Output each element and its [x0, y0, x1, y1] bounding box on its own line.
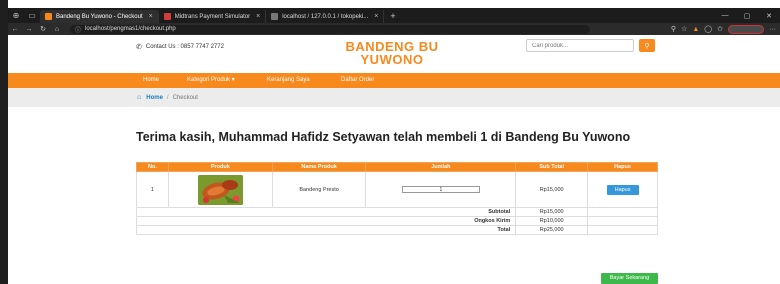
window-edge	[0, 0, 8, 284]
breadcrumb-current: Checkout	[172, 94, 198, 101]
nav-kategori-produk[interactable]: Kategori Produk ▾	[187, 73, 235, 88]
cell-sub-total: Rp15,000	[515, 171, 589, 208]
nav-home[interactable]: Home	[143, 73, 159, 88]
table-row: 1 Bandeng Presto 1 Rp15,000 Hapus	[136, 171, 658, 208]
summary-value: Rp10,000	[515, 216, 589, 226]
home-icon: ⌂	[137, 94, 142, 101]
zoom-icon[interactable]: ⚲	[671, 25, 676, 33]
breadcrumb-separator: /	[166, 94, 169, 101]
column-header-no: No.	[136, 162, 169, 172]
main-navbar: Home Kategori Produk ▾ Keranjang Saya Da…	[8, 73, 780, 88]
tab-favicon-icon	[271, 13, 279, 20]
new-tab-icon[interactable]: +	[390, 11, 395, 21]
cell-hapus: Hapus	[587, 171, 658, 208]
favorites-icon[interactable]: ✩	[717, 25, 723, 33]
column-header-jumlah: Jumlah	[365, 162, 517, 172]
extension-icon[interactable]: ▲	[692, 26, 699, 33]
web-page: ✆ Contact Us : 0857 7747 2772 BANDENG BU…	[8, 35, 780, 284]
close-window-icon[interactable]: ✕	[758, 12, 780, 20]
tab-label: localhost / 127.0.0.1 / tokopeki...	[282, 13, 369, 20]
breadcrumb: ⌂ Home / Checkout	[8, 88, 780, 107]
cell-no: 1	[136, 171, 169, 208]
browser-menu-icon[interactable]: ⊕	[8, 8, 24, 23]
table-header-row: No. Produk Nama Produk Jumlah Sub Total …	[136, 162, 658, 172]
quantity-input[interactable]: 1	[401, 186, 480, 193]
page-title: Terima kasih, Muhammad Hafidz Setyawan t…	[136, 130, 631, 144]
pay-now-button[interactable]: Bayar Sekarang	[601, 273, 658, 284]
cell-nama-produk: Bandeng Presto	[271, 171, 367, 208]
column-header-produk: Produk	[167, 162, 273, 172]
browser-address-bar: ← → ↻ ⌂ ⓘ localhost/pengmas1/checkout.ph…	[8, 23, 780, 35]
column-header-sub-total: Sub Total	[515, 162, 589, 172]
site-info-icon[interactable]: ⓘ	[75, 25, 81, 34]
summary-row-total: Total Rp25,000	[135, 225, 658, 235]
breadcrumb-home-link[interactable]: Home	[146, 95, 163, 101]
cell-jumlah: 1	[365, 171, 517, 208]
home-icon[interactable]: ⌂	[50, 26, 64, 33]
back-icon[interactable]: ←	[8, 26, 22, 33]
refresh-extension-icon[interactable]: ◯	[704, 25, 712, 33]
column-header-hapus: Hapus	[587, 162, 658, 172]
column-header-nama-produk: Nama Produk	[271, 162, 367, 172]
browser-tab-midtrans[interactable]: Midtrans Payment Simulator ×	[159, 10, 267, 23]
favorite-star-icon[interactable]: ☆	[681, 25, 687, 33]
maximize-icon[interactable]: ▢	[736, 12, 758, 20]
search-button[interactable]: ⚲	[639, 39, 655, 52]
close-tab-icon[interactable]: ×	[374, 13, 378, 20]
product-image	[197, 174, 243, 205]
summary-row-ongkos-kirim: Ongkos Kirim Rp10,000	[135, 216, 658, 226]
cart-table: No. Produk Nama Produk Jumlah Sub Total …	[135, 162, 658, 235]
close-tab-icon[interactable]: ×	[149, 13, 153, 20]
reload-icon[interactable]: ↻	[36, 25, 50, 33]
tab-label: Bandeng Bu Yuwono - Checkout	[56, 13, 143, 20]
tab-actions-icon[interactable]: ▭	[24, 8, 40, 23]
cell-produk-image	[167, 171, 273, 208]
close-tab-icon[interactable]: ×	[256, 13, 260, 20]
summary-label: Total	[135, 225, 517, 235]
profile-button[interactable]	[728, 24, 764, 34]
summary-label: Ongkos Kirim	[135, 216, 517, 226]
summary-row-subtotal: Subtotal Rp15,000	[135, 207, 658, 217]
summary-label: Subtotal	[135, 207, 517, 217]
summary-value: Rp15,000	[515, 207, 589, 217]
delete-item-button[interactable]: Hapus	[606, 184, 639, 195]
contact-info: ✆ Contact Us : 0857 7747 2772	[136, 43, 224, 51]
nav-keranjang-saya[interactable]: Keranjang Saya	[267, 73, 310, 88]
summary-value: Rp25,000	[515, 225, 589, 235]
search-icon: ⚲	[644, 42, 650, 50]
minimize-icon[interactable]: —	[714, 12, 736, 20]
nav-daftar-order[interactable]: Daftar Order	[341, 73, 374, 88]
tab-label: Midtrans Payment Simulator	[174, 13, 251, 20]
url-field[interactable]: ⓘ localhost/pengmas1/checkout.php	[70, 24, 590, 34]
search-input[interactable]	[526, 39, 634, 52]
brand-logo[interactable]: BANDENG BU YUWONO	[328, 40, 456, 66]
tab-favicon-icon	[45, 13, 52, 20]
more-options-icon[interactable]: ···	[769, 26, 776, 33]
browser-tab-phpmyadmin[interactable]: localhost / 127.0.0.1 / tokopeki... ×	[266, 10, 385, 23]
forward-icon[interactable]: →	[22, 26, 36, 33]
phone-icon: ✆	[136, 44, 142, 51]
browser-tab-checkout[interactable]: Bandeng Bu Yuwono - Checkout ×	[40, 10, 159, 23]
contact-text: Contact Us : 0857 7747 2772	[145, 44, 224, 50]
url-text: localhost/pengmas1/checkout.php	[85, 26, 176, 32]
tab-favicon-icon	[163, 13, 171, 20]
browser-tab-bar: ⊕ ▭ Bandeng Bu Yuwono - Checkout × Midtr…	[8, 8, 780, 23]
